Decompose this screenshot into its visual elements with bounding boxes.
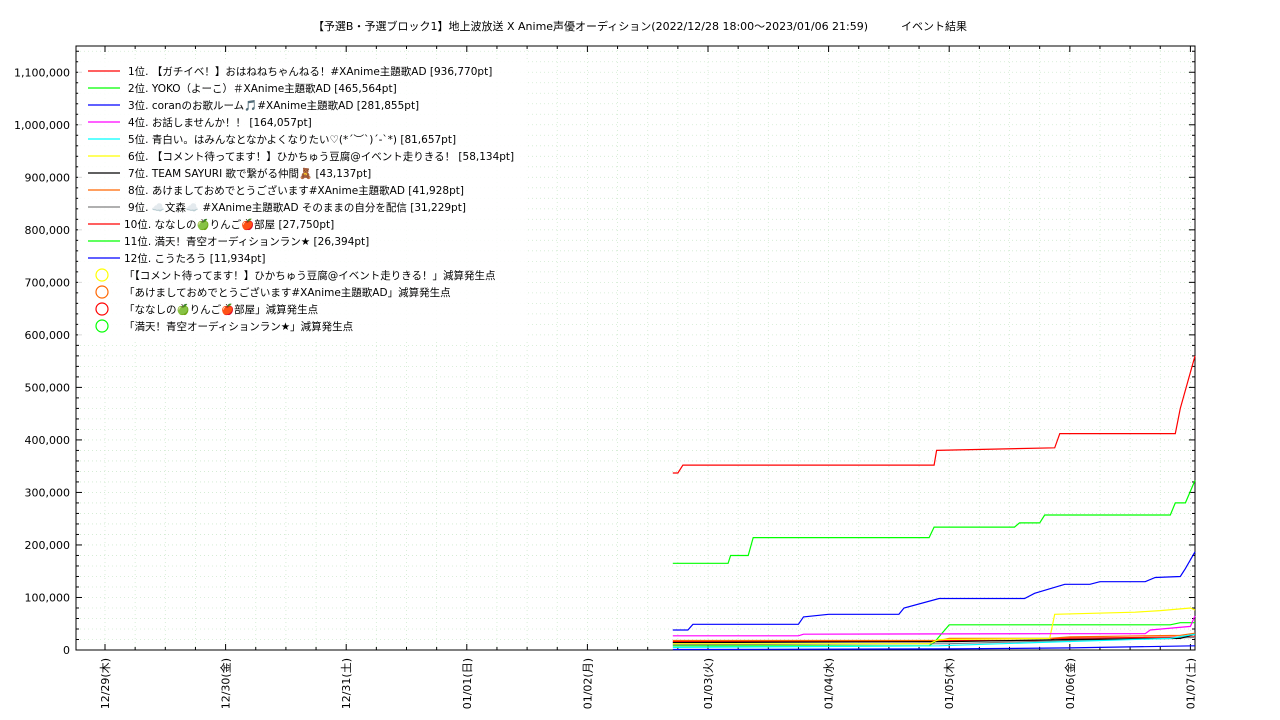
- legend-label-3: 3位. coranのお歌ルーム🎵#XAnime主題歌AD [281,855pt]: [128, 99, 419, 112]
- legend-label-2: 2位. YOKO（よーこ）＃XAnime主題歌AD [465,564pt]: [128, 82, 397, 95]
- x-tick-label: 12/31(土): [340, 658, 353, 709]
- legend-label-5: 5位. 青白い。はみんなとなかよくなりたい♡(*´︶`)´-`*) [81,65…: [128, 133, 456, 146]
- deduction-marker-label-4: 「満天！青空オーディションラン★」減算発生点: [124, 320, 353, 333]
- y-tick-label: 400,000: [25, 434, 71, 447]
- legend-label-4: 4位. お話しませんか！！ [164,057pt]: [128, 116, 312, 129]
- x-tick-label: 01/07(土): [1184, 658, 1197, 709]
- y-tick-label: 800,000: [25, 224, 71, 237]
- y-tick-label: 100,000: [25, 591, 71, 604]
- series-line-1: [672, 355, 1196, 474]
- x-tick-label: 01/03(火): [702, 658, 715, 709]
- chart-root: 【予選B・予選ブロック1】地上波放送 X Anime声優オーディション(2022…: [0, 0, 1280, 720]
- legend-label-10: 10位. ななしの🍏りんご🍎部屋 [27,750pt]: [124, 218, 334, 231]
- y-tick-label: 300,000: [25, 486, 71, 499]
- y-tick-label: 900,000: [25, 171, 71, 184]
- deduction-marker-label-2: 「あけましておめでとうございます#XAnime主題歌AD」減算発生点: [124, 286, 451, 299]
- x-tick-label: 01/05(木): [943, 658, 956, 709]
- x-tick-label: 01/06(金): [1063, 658, 1077, 709]
- deduction-marker-label-3: 「ななしの🍏りんご🍎部屋」減算発生点: [124, 303, 318, 316]
- legend-label-11: 11位. 満天！青空オーディションラン★ [26,394pt]: [124, 235, 369, 248]
- x-tick-label: 01/04(水): [823, 658, 836, 709]
- y-tick-label: 200,000: [25, 539, 71, 552]
- y-tick-label: 600,000: [25, 329, 71, 342]
- legend-label-8: 8位. あけましておめでとうございます#XAnime主題歌AD [41,928p…: [128, 184, 464, 197]
- legend-label-1: 1位. 【ガチイベ！】おはねねちゃんねる！#XAnime主題歌AD [936,7…: [128, 65, 492, 78]
- x-tick-label: 01/01(日): [461, 658, 474, 709]
- y-tick-label: 500,000: [25, 381, 71, 394]
- y-tick-label: 1,000,000: [14, 119, 70, 132]
- legend-label-7: 7位. TEAM SAYURI 歌で繋がる仲間🧸 [43,137pt]: [128, 167, 371, 180]
- y-tick-label: 700,000: [25, 276, 71, 289]
- x-tick-label: 01/02(月): [581, 658, 594, 709]
- legend-label-9: 9位. ☁️文森☁️ #XAnime主題歌AD そのままの自分を配信 [31,2…: [128, 201, 466, 214]
- legend-label-6: 6位. 【コメント待ってます！】ひかちゅう豆腐@イベント走りきる！ [58,13…: [128, 150, 514, 163]
- series-line-6: [672, 607, 1196, 645]
- legend-label-12: 12位. こうたろう [11,934pt]: [124, 252, 265, 265]
- y-tick-label: 0: [63, 644, 70, 657]
- x-tick-label: 12/30(金): [219, 658, 233, 709]
- x-tick-label: 12/29(木): [99, 658, 112, 709]
- series-line-2: [672, 480, 1196, 564]
- chart-svg: 0 100,000 200,000 300,000 400,000 500,000 600,…: [14, 45, 1197, 709]
- deduction-marker-label-1: 「【コメント待ってます！】ひかちゅう豆腐@イベント走りきる！」減算発生点: [124, 269, 496, 282]
- y-tick-label: 1,100,000: [14, 66, 70, 79]
